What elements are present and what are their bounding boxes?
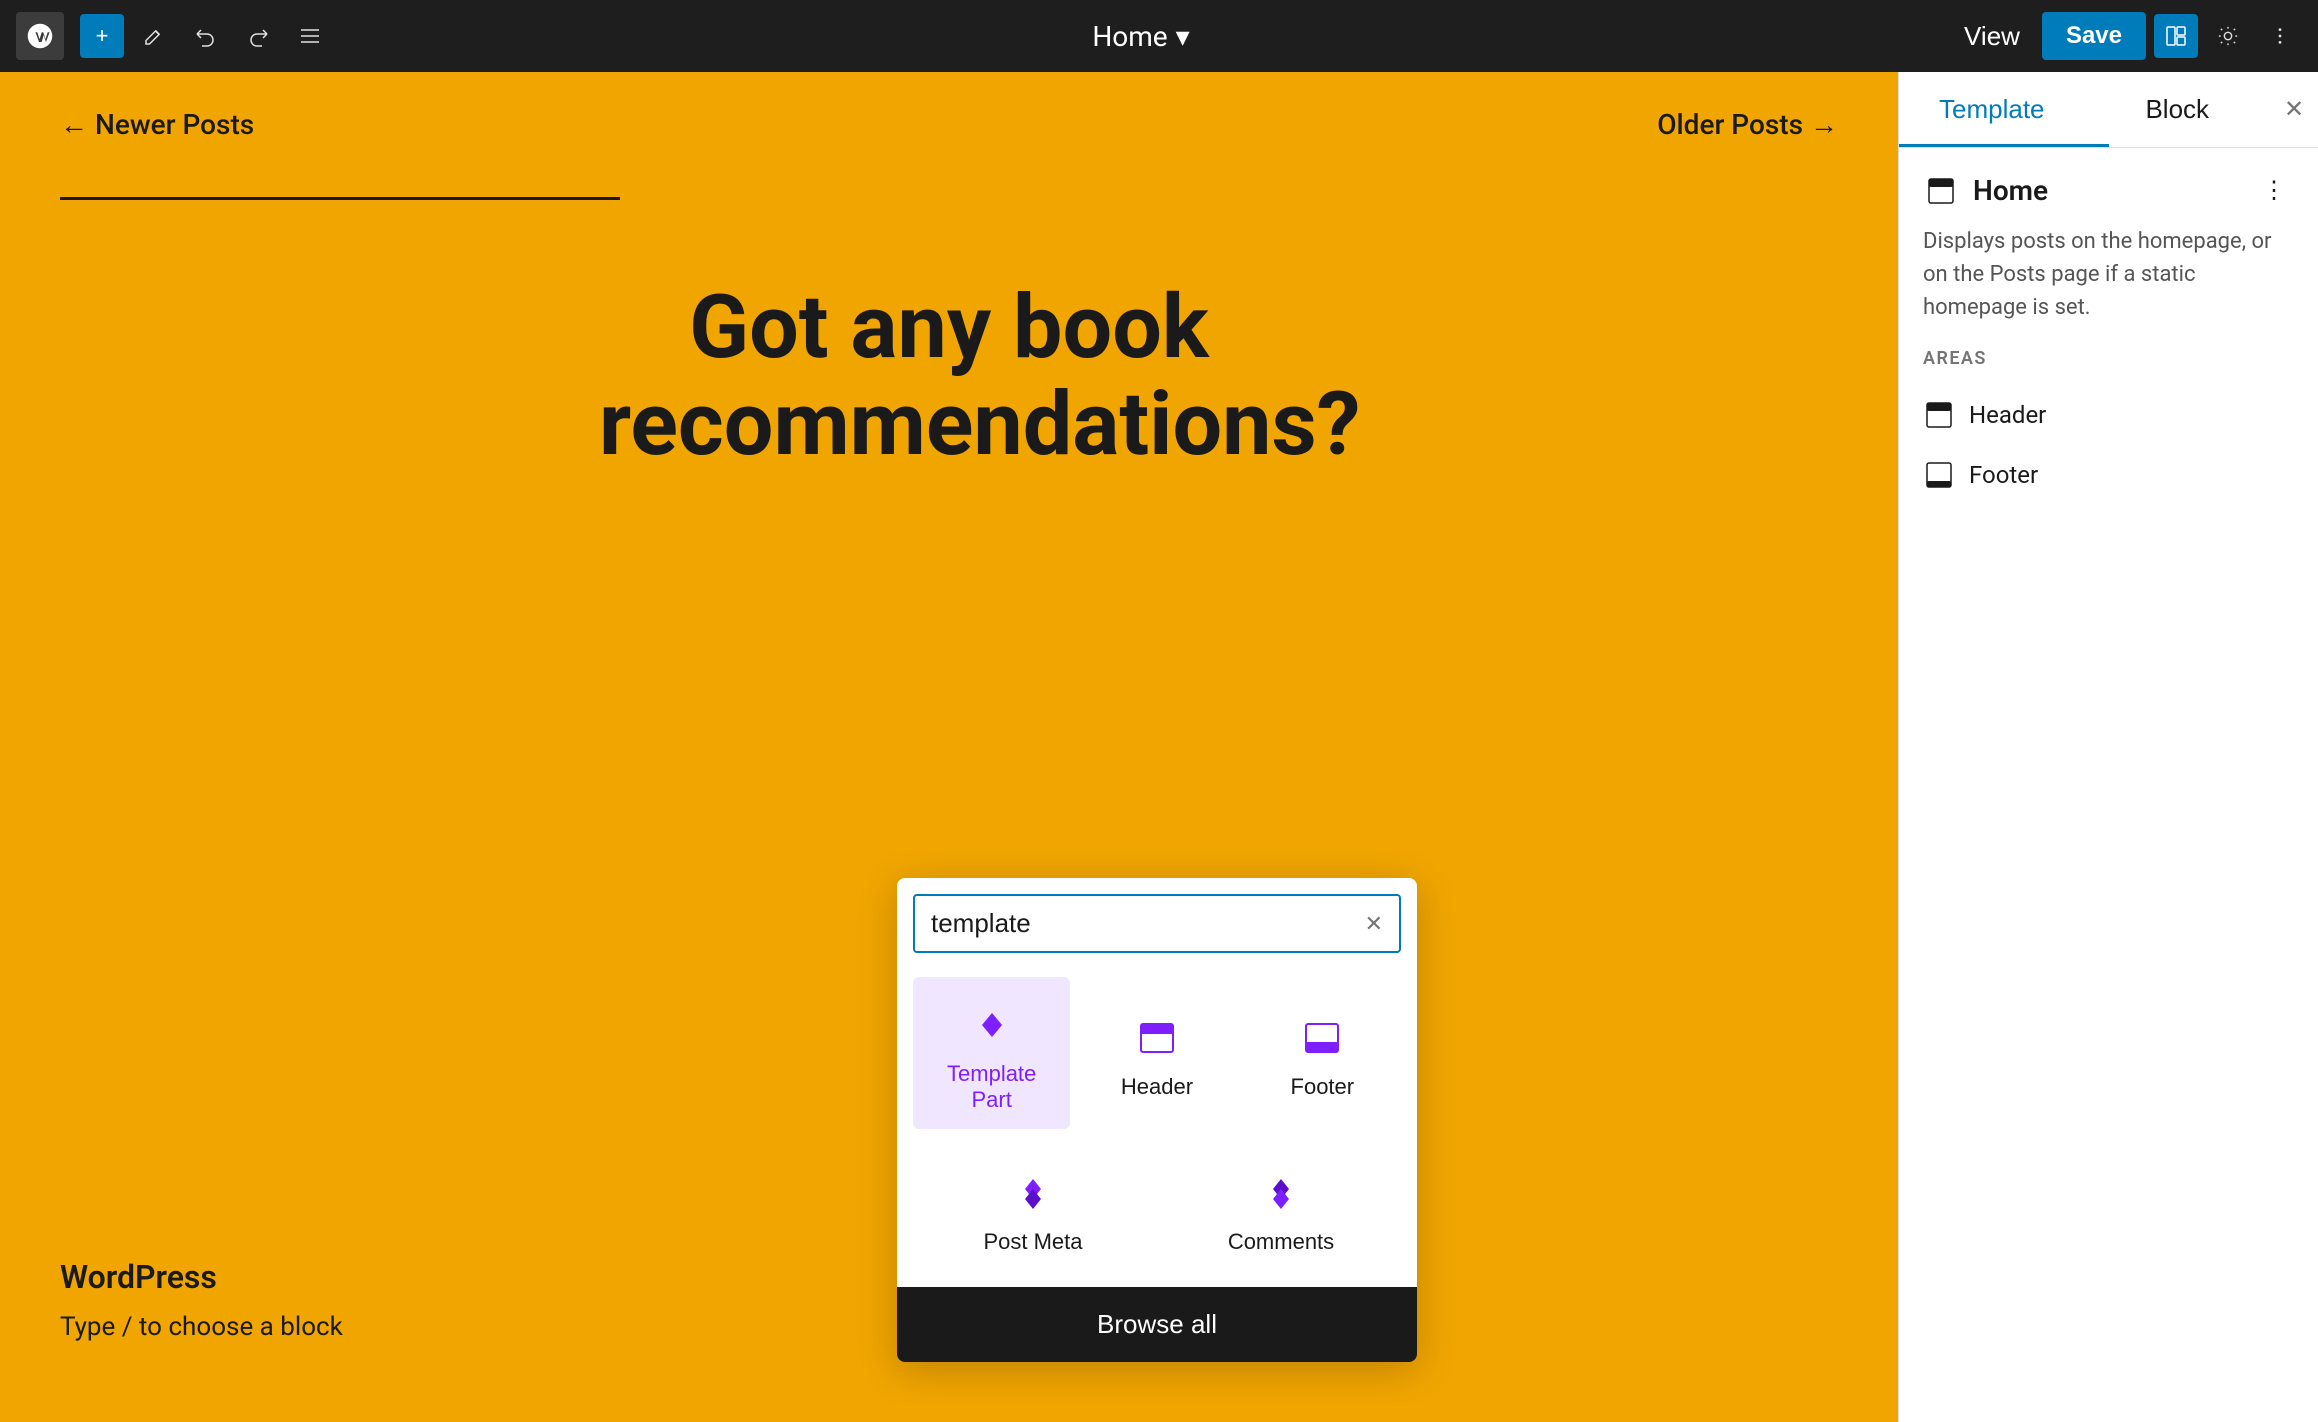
panel-template-description: Displays posts on the homepage, or on th… <box>1923 225 2294 324</box>
undo-button[interactable] <box>184 14 228 58</box>
chevron-down-icon: ▾ <box>1176 20 1190 53</box>
inserter-item-comments[interactable]: Comments <box>1161 1145 1401 1271</box>
comments-icon <box>1257 1169 1305 1217</box>
view-button[interactable]: View <box>1950 13 2034 60</box>
panel-area-item-header[interactable]: Header <box>1923 385 2294 445</box>
canvas-content: Got any book recommendations? <box>0 200 1898 534</box>
browse-all-button[interactable]: Browse all <box>897 1287 1417 1362</box>
inserter-item-header[interactable]: Header <box>1078 977 1235 1129</box>
main-area: ← Newer Posts Older Posts → Got any book… <box>0 72 2318 1422</box>
panel-template-header: Home ⋮ <box>1923 172 2294 209</box>
panel-area-item-footer[interactable]: Footer <box>1923 445 2294 505</box>
panel-close-button[interactable]: ✕ <box>2270 72 2318 147</box>
search-clear-button[interactable]: ✕ <box>1365 911 1383 937</box>
canvas-nav: ← Newer Posts Older Posts → <box>0 72 1898 177</box>
toolbar-right: View Save <box>1950 12 2302 60</box>
older-posts-link[interactable]: Older Posts → <box>1657 108 1838 141</box>
canvas-footer-area: WordPress Type / to choose a block <box>60 1258 343 1342</box>
list-view-button[interactable] <box>288 14 332 58</box>
template-panel-icon <box>1923 173 1959 209</box>
footer-area-icon <box>1923 459 1955 491</box>
theme-toggle-button[interactable] <box>2206 14 2250 58</box>
block-search-input[interactable]: template <box>931 908 1357 939</box>
panel-content: Home ⋮ Displays posts on the homepage, o… <box>1899 148 2318 1422</box>
panel-template-title-row: Home <box>1923 173 2048 209</box>
header-area-icon <box>1923 399 1955 431</box>
redo-button[interactable] <box>236 14 280 58</box>
toolbar: + Home ▾ View Save <box>0 0 2318 72</box>
block-inserter-popup: template ✕ Template Part <box>897 878 1417 1362</box>
tab-template[interactable]: Template <box>1899 72 2085 147</box>
footer-label: Footer <box>1291 1074 1355 1100</box>
type-hint: Type / to choose a block <box>60 1312 343 1342</box>
tab-block[interactable]: Block <box>2085 72 2271 147</box>
post-meta-label: Post Meta <box>983 1229 1082 1255</box>
page-title-dropdown[interactable]: Home ▾ <box>1092 20 1189 53</box>
header-area-name: Header <box>1969 401 2046 429</box>
layout-button[interactable] <box>2154 14 2198 58</box>
post-meta-icon <box>1009 1169 1057 1217</box>
areas-section-label: AREAS <box>1923 348 2294 369</box>
canvas: ← Newer Posts Older Posts → Got any book… <box>0 72 1898 1422</box>
more-options-button[interactable] <box>2258 14 2302 58</box>
header-label: Header <box>1121 1074 1193 1100</box>
panel-more-button[interactable]: ⋮ <box>2254 172 2294 209</box>
template-part-icon <box>968 1001 1016 1049</box>
canvas-headline: Got any book recommendations? <box>599 280 1299 474</box>
page-title-area: Home ▾ <box>340 20 1942 53</box>
inserter-grid-row2: Post Meta Comments <box>897 1145 1417 1287</box>
footer-icon <box>1298 1014 1346 1062</box>
wp-logo-button[interactable] <box>16 12 64 60</box>
inserter-grid-row1: Template Part Header <box>897 969 1417 1145</box>
right-panel: Template Block ✕ Home ⋮ <box>1898 72 2318 1422</box>
panel-template-name: Home <box>1973 174 2048 207</box>
edit-button[interactable] <box>132 14 176 58</box>
newer-posts-link[interactable]: ← Newer Posts <box>60 108 254 141</box>
panel-tabs: Template Block ✕ <box>1899 72 2318 148</box>
header-icon <box>1133 1014 1181 1062</box>
inserter-item-footer[interactable]: Footer <box>1244 977 1401 1129</box>
wordpress-brand: WordPress <box>60 1258 343 1296</box>
footer-area-name: Footer <box>1969 461 2038 489</box>
inserter-search-container: template ✕ <box>913 894 1401 953</box>
template-part-label: Template Part <box>929 1061 1054 1113</box>
comments-label: Comments <box>1228 1229 1334 1255</box>
save-button[interactable]: Save <box>2042 12 2146 60</box>
page-title-text: Home <box>1092 20 1167 53</box>
add-block-button[interactable]: + <box>80 14 124 58</box>
inserter-item-template-part[interactable]: Template Part <box>913 977 1070 1129</box>
inserter-item-post-meta[interactable]: Post Meta <box>913 1145 1153 1271</box>
